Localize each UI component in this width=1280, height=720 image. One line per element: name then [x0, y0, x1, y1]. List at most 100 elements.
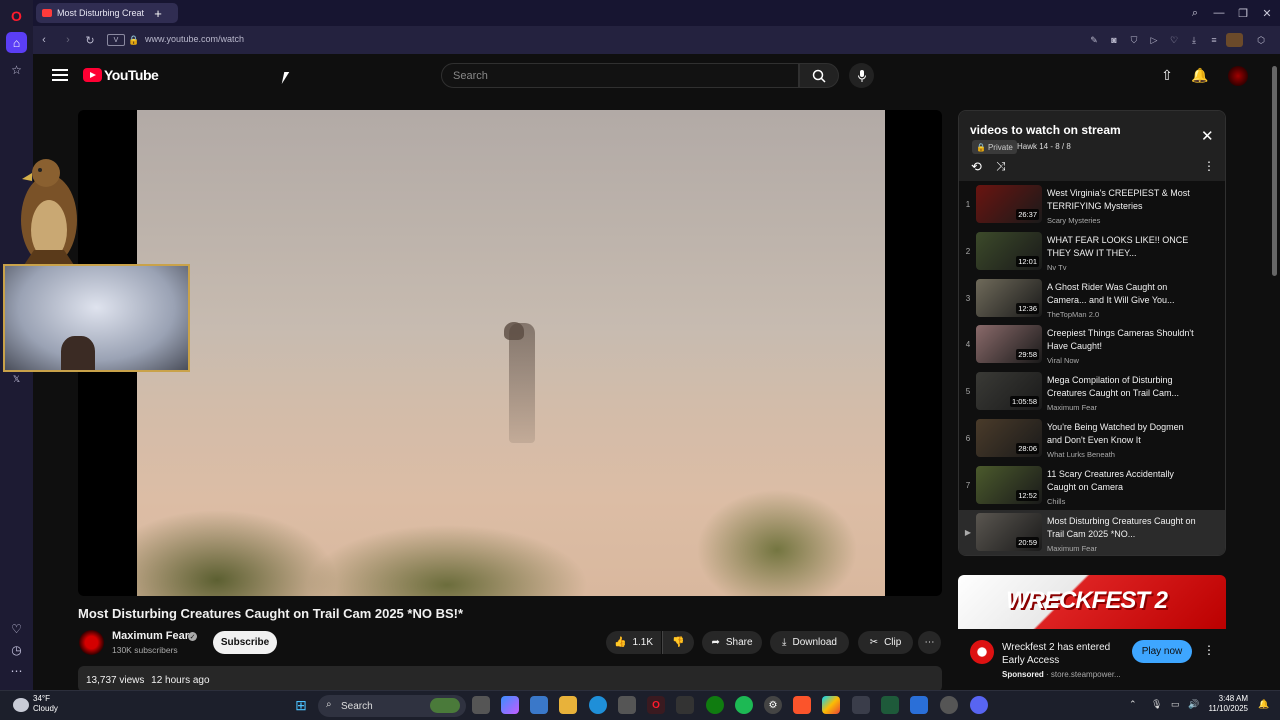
weather-widget[interactable]: 34°F Cloudy	[33, 694, 58, 714]
vpn-badge-icon[interactable]: V	[107, 34, 125, 46]
taskbar-clock[interactable]: 3:48 AM 11/10/2025	[1208, 694, 1248, 714]
playlist-item[interactable]: 3 12:36 A Ghost Rider Was Caught on Camera…	[959, 276, 1225, 323]
playlist-item-channel[interactable]: Maximum Fear	[1047, 403, 1097, 412]
xbox-icon[interactable]	[706, 696, 724, 714]
ad-advertiser-icon[interactable]	[970, 640, 994, 664]
close-window-button[interactable]: ✕	[1259, 5, 1275, 21]
edit-icon[interactable]: ✎	[1088, 34, 1100, 46]
download-button[interactable]: ⤓ Download	[770, 631, 849, 654]
playlist-item[interactable]: 4 29:58 Creepiest Things Cameras Shouldn't…	[959, 322, 1225, 369]
weather-cloud-icon[interactable]	[13, 698, 29, 712]
subscribe-button[interactable]: Subscribe	[213, 631, 277, 654]
tray-mic-icon[interactable]: 🎙	[1151, 699, 1162, 710]
playlist-item-channel[interactable]: TheTopMan 2.0	[1047, 310, 1099, 319]
dislike-button[interactable]: 👎	[662, 631, 694, 654]
more-actions-button[interactable]: ⋯	[918, 631, 941, 654]
home-icon[interactable]: ⌂	[6, 32, 27, 53]
voice-search-button[interactable]	[849, 63, 874, 88]
store-icon[interactable]	[618, 696, 636, 714]
edge-icon[interactable]	[589, 696, 607, 714]
minimize-button[interactable]: —	[1211, 5, 1227, 21]
ad-headline[interactable]: Wreckfest 2 has entered Early Access	[1002, 641, 1122, 667]
loop-icon[interactable]: ⟲	[971, 159, 982, 175]
close-playlist-icon[interactable]: ✕	[1201, 127, 1214, 145]
taskbar-search[interactable]: ⌕ Search	[318, 695, 466, 717]
app-blue-icon[interactable]	[910, 696, 928, 714]
playlist-item-title[interactable]: You're Being Watched by Dogmen and Don't…	[1047, 421, 1197, 447]
playlist-owner[interactable]: Hawk 14 - 8 / 8	[1017, 142, 1071, 151]
forward-button[interactable]: ›	[60, 32, 76, 48]
channel-name[interactable]: Maximum Fear	[112, 630, 189, 642]
app-cube-icon[interactable]	[676, 696, 694, 714]
settings-gear-icon[interactable]: ⚙	[764, 696, 782, 714]
new-tab-button[interactable]: +	[150, 5, 166, 21]
app-puzzle-icon[interactable]	[852, 696, 870, 714]
playlist-item[interactable]: 2 12:01 WHAT FEAR LOOKS LIKE!! ONCE THEY S…	[959, 229, 1225, 276]
task-view-icon[interactable]	[472, 696, 490, 714]
playlist-item-title[interactable]: A Ghost Rider Was Caught on Camera... an…	[1047, 281, 1197, 307]
copilot-icon[interactable]	[501, 696, 519, 714]
photos-icon[interactable]	[530, 696, 548, 714]
ad-more-icon[interactable]: ⋮	[1203, 643, 1215, 657]
menu-lines-icon[interactable]: ≡	[1208, 34, 1220, 46]
playlist-item-thumbnail[interactable]: 1:05:58	[976, 372, 1042, 411]
playlist-item-thumbnail[interactable]: 12:52	[976, 465, 1042, 504]
playlist-item-title[interactable]: Creepiest Things Cameras Shouldn't Have …	[1047, 327, 1197, 353]
playlist-item[interactable]: 7 12:52 11 Scary Creatures Accidentally Ca…	[959, 463, 1225, 510]
guide-menu-button[interactable]	[52, 66, 68, 82]
upload-icon[interactable]: ⇧	[1158, 66, 1176, 84]
lock-icon[interactable]: 🔒	[126, 32, 142, 48]
playlist-item[interactable]: ▶ 20:59 Most Disturbing Creatures Caught o…	[959, 509, 1225, 555]
file-explorer-icon[interactable]	[559, 696, 577, 714]
notifications-bell-icon[interactable]: 🔔	[1191, 66, 1209, 84]
playlist-item-title[interactable]: Mega Compilation of Disturbing Creatures…	[1047, 374, 1197, 400]
back-button[interactable]: ‹	[36, 32, 52, 48]
playlist-item[interactable]: 6 28:06 You're Being Watched by Dogmen and…	[959, 416, 1225, 463]
google-play-icon[interactable]	[822, 696, 840, 714]
scrollbar-thumb[interactable]	[1272, 66, 1277, 276]
bookmarks-icon[interactable]: ☆	[6, 59, 27, 80]
playlist-item-thumbnail[interactable]: 12:01	[976, 231, 1042, 270]
notifications-icon[interactable]: 🔔	[1258, 699, 1269, 710]
playlist-item-thumbnail[interactable]: 20:59	[976, 512, 1042, 551]
playlist-item-thumbnail[interactable]: 29:58	[976, 325, 1042, 364]
playlist-item-thumbnail[interactable]: 12:36	[976, 278, 1042, 317]
playlist-item-title[interactable]: West Virginia's CREEPIEST & Most TERRIFY…	[1047, 187, 1197, 213]
maximize-button[interactable]: ❐	[1235, 5, 1251, 21]
playlist-item-title[interactable]: 11 Scary Creatures Accidentally Caught o…	[1047, 468, 1197, 494]
reload-button[interactable]: ↻	[82, 32, 98, 48]
search-tabs-icon[interactable]: ⌕	[1187, 5, 1203, 21]
brave-icon[interactable]	[793, 696, 811, 714]
player-icon[interactable]: ▷	[1148, 34, 1160, 46]
spotify-icon[interactable]	[735, 696, 753, 714]
ad-cta-button[interactable]: Play now	[1132, 640, 1192, 663]
playlist-item-channel[interactable]: Viral Now	[1047, 356, 1079, 365]
camera-icon[interactable]: ◙	[1108, 34, 1120, 46]
search-button[interactable]	[799, 63, 839, 88]
share-button[interactable]: ➦ Share	[702, 631, 762, 654]
opera-logo-icon[interactable]: O	[6, 5, 27, 26]
app-circle-icon[interactable]	[940, 696, 958, 714]
playlist-item-thumbnail[interactable]: 26:37	[976, 185, 1042, 223]
terminal-icon[interactable]	[881, 696, 899, 714]
ad-banner-image[interactable]: WRECKFEST 2	[958, 575, 1226, 629]
account-avatar[interactable]	[1228, 66, 1248, 86]
playlist-item-channel[interactable]: What Lurks Beneath	[1047, 450, 1115, 459]
more-icon[interactable]: ⋯	[6, 660, 27, 681]
playlist-item-channel[interactable]: Scary Mysteries	[1047, 216, 1100, 225]
page-scrollbar[interactable]	[1270, 54, 1280, 690]
heart-icon[interactable]: ♡	[6, 618, 27, 639]
favorite-icon[interactable]: ♡	[1168, 34, 1180, 46]
playlist-item-channel[interactable]: Maximum Fear	[1047, 544, 1097, 553]
windows-start-icon[interactable]: ⊞	[292, 696, 310, 714]
playlist-item-channel[interactable]: Nv Tv	[1047, 263, 1066, 272]
playlist-item-thumbnail[interactable]: 28:06	[976, 419, 1042, 457]
playlist-title[interactable]: videos to watch on stream	[970, 123, 1121, 137]
playlist-item-channel[interactable]: Chills	[1047, 497, 1065, 506]
video-player[interactable]	[78, 110, 942, 596]
profile-extension-icon[interactable]	[1226, 33, 1243, 47]
channel-avatar[interactable]	[79, 630, 104, 655]
clip-button[interactable]: ✂ Clip	[858, 631, 913, 654]
tray-network-icon[interactable]: ▭	[1171, 699, 1180, 710]
youtube-logo[interactable]: YouTube	[83, 67, 159, 83]
